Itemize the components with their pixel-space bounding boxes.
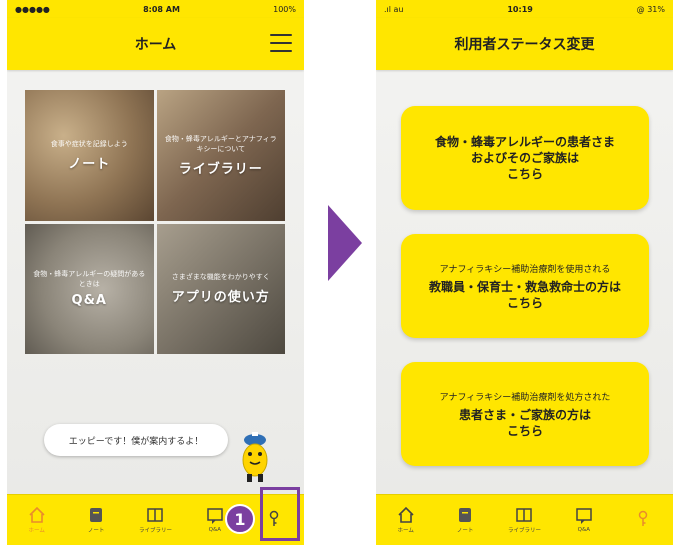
status-option-patient[interactable]: 食物・蜂毒アレルギーの患者さま およびそのご家族は こちら <box>401 106 649 210</box>
tab-qa[interactable]: Q&A <box>559 507 609 533</box>
option-line: およびそのご家族は <box>470 151 579 165</box>
tile-note[interactable]: 食事や症状を記録しよう ノート <box>25 90 154 221</box>
option-line: 教職員・保育士・救急救命士の方は <box>428 279 621 294</box>
qa-icon <box>576 508 592 524</box>
tab-library[interactable]: ライブラリー <box>130 506 180 534</box>
nav-bar: 利用者ステータス変更 <box>376 18 673 70</box>
note-icon <box>90 508 103 522</box>
home-tile-grid: 食事や症状を記録しよう ノート 食物・蜂毒アレルギーとアナフィラキシーについて … <box>25 90 285 354</box>
tab-label: ノート <box>456 528 474 534</box>
tile-label: ノート <box>68 156 111 172</box>
tab-label: ライブラリー <box>138 528 172 534</box>
menu-icon[interactable] <box>270 34 292 52</box>
tile-label: アプリの使い方 <box>171 290 270 306</box>
mascot-speech-bubble: エッピーです！僕が案内するよ！ <box>44 424 228 456</box>
nav-bar: ホーム <box>7 18 304 70</box>
page-title: ホーム <box>134 37 177 53</box>
tab-bar: ホーム ノート ライブラリー Q&A <box>376 494 673 545</box>
mascot-icon <box>242 432 268 482</box>
tile-library[interactable]: 食物・蜂毒アレルギーとアナフィラキシーについて ライブラリー <box>156 90 285 221</box>
option-subtitle: アナフィラキシー補助治療剤を使用される <box>439 264 611 275</box>
option-line: 患者さま・ご家族の方は <box>458 407 591 422</box>
status-bar: .ıl au 10:19 @ 31% <box>376 0 673 18</box>
tile-subtitle: 食物・蜂毒アレルギーとアナフィラキシーについて <box>164 134 277 153</box>
tab-note[interactable]: ノート <box>440 506 490 534</box>
tab-label: Q&A <box>208 527 222 533</box>
option-subtitle: アナフィラキシー補助治療剤を処方された <box>439 392 611 403</box>
tile-subtitle: さまざまな機能をわかりやすく <box>171 273 270 282</box>
book-icon <box>516 508 533 522</box>
tab-library[interactable]: ライブラリー <box>499 506 549 534</box>
tab-label: ノート <box>87 528 105 534</box>
tab-key[interactable] <box>618 510 668 530</box>
option-line: こちら <box>506 423 543 438</box>
transition-arrow-icon <box>328 205 362 281</box>
tab-home[interactable]: ホーム <box>12 506 62 534</box>
tile-label: Q&A <box>71 293 107 309</box>
tile-howto[interactable]: さまざまな機能をわかりやすく アプリの使い方 <box>156 223 285 354</box>
home-icon <box>29 506 45 523</box>
tile-subtitle: 食事や症状を記録しよう <box>50 139 128 148</box>
battery: @ 31% <box>636 4 665 14</box>
note-icon <box>459 508 472 522</box>
tile-subtitle: 食物・蜂毒アレルギーの疑問があるときは <box>33 270 146 289</box>
page-title: 利用者ステータス変更 <box>454 37 595 53</box>
key-icon <box>639 510 648 526</box>
status-option-staff[interactable]: アナフィラキシー補助治療剤を使用される 教職員・保育士・救急救命士の方は こちら <box>401 234 649 338</box>
home-screen: ●●●●● 8:08 AM 100% ホーム 食事や症状を記録しよう ノート 食… <box>7 0 304 545</box>
tab-note[interactable]: ノート <box>71 506 121 534</box>
tab-label: ホーム <box>397 528 414 534</box>
clock: 10:19 <box>507 4 533 14</box>
tab-home[interactable]: ホーム <box>381 506 431 534</box>
option-line: 食物・蜂毒アレルギーの患者さま <box>434 135 615 149</box>
status-bar: ●●●●● 8:08 AM 100% <box>7 0 304 18</box>
tab-label: ホーム <box>28 528 45 534</box>
tile-label: ライブラリー <box>178 161 263 177</box>
tile-qa[interactable]: 食物・蜂毒アレルギーの疑問があるときは Q&A <box>25 223 154 354</box>
battery: 100% <box>273 4 296 14</box>
user-status-screen: .ıl au 10:19 @ 31% 利用者ステータス変更 食物・蜂毒アレルギー… <box>376 0 673 545</box>
qa-icon <box>207 508 223 524</box>
clock: 8:08 AM <box>143 4 180 14</box>
carrier-signal: .ıl au <box>384 4 404 14</box>
tab-label: ライブラリー <box>507 528 541 534</box>
carrier-signal: ●●●●● <box>15 4 50 14</box>
book-icon <box>147 508 164 522</box>
option-line: こちら <box>506 167 543 181</box>
tab-label: Q&A <box>577 527 591 533</box>
key-tab-highlight <box>260 487 300 541</box>
step-badge: 1 <box>225 504 255 534</box>
home-icon <box>398 506 414 523</box>
option-line: こちら <box>506 295 543 310</box>
status-option-prescribed[interactable]: アナフィラキシー補助治療剤を処方された 患者さま・ご家族の方は こちら <box>401 362 649 466</box>
